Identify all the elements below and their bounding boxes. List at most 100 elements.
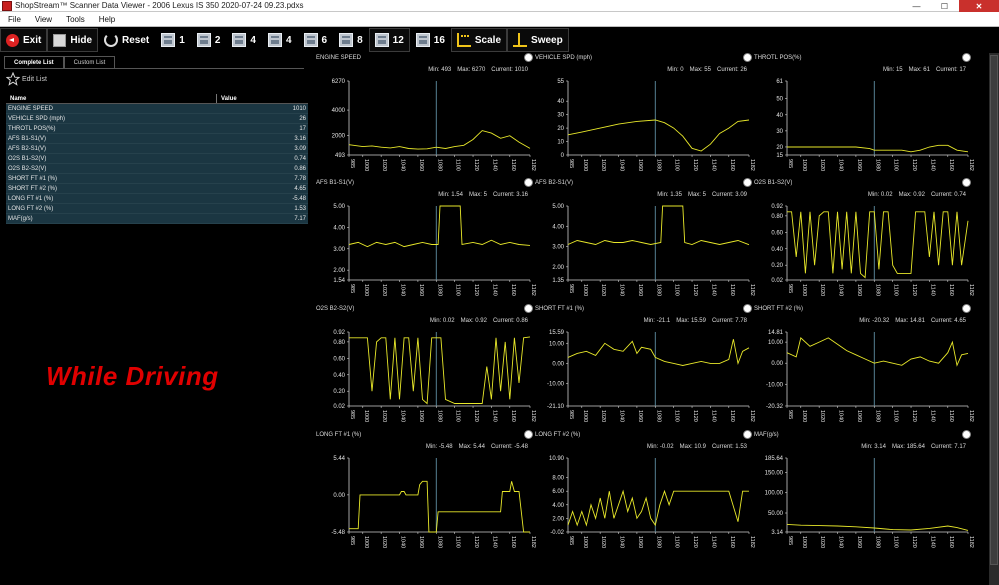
layout-6-label: 6 [321, 34, 328, 46]
table-row[interactable]: MAF(g/s) 7.17 [6, 214, 308, 224]
menu-view[interactable]: View [35, 15, 52, 24]
layout-4b-button[interactable]: 4 [262, 28, 298, 52]
chart-options-icon[interactable] [524, 430, 533, 439]
chart-title: AFS B2-S1(V) [535, 180, 574, 186]
x-tick-label: 1160 [948, 284, 954, 296]
sweep-button[interactable]: Sweep [507, 28, 569, 52]
x-tick-label: 1120 [692, 410, 698, 422]
max-readout: Max: 5 [468, 192, 487, 198]
chart-panel[interactable]: VEHICLE SPD (mph) Min: 0 Max: 55 Current: 2… [535, 53, 755, 179]
layout-2-label: 2 [214, 34, 221, 46]
min-readout: Min: 3.14 [861, 444, 886, 450]
table-row[interactable]: AFS B1-S1(V) 3.16 [6, 134, 308, 144]
y-tick-label: -21.10 [547, 404, 565, 410]
table-row[interactable]: LONG FT #1 (%) -5.48 [6, 194, 308, 204]
chart-options-icon[interactable] [962, 178, 971, 187]
table-row[interactable]: ENGINE SPEED 1010 [6, 104, 308, 114]
chart-panel[interactable]: AFS B1-S1(V) Min: 1.54 Max: 5 Current: 3.16… [316, 178, 536, 304]
x-tick-label: 1120 [473, 536, 479, 548]
reset-icon [104, 33, 119, 47]
chart-options-icon[interactable] [743, 178, 752, 187]
layout-8-label: 8 [357, 34, 363, 46]
table-row[interactable]: SHORT FT #1 (%) 7.78 [6, 174, 308, 184]
reset-button[interactable]: Reset [98, 28, 155, 52]
scale-button[interactable]: Scale [450, 28, 508, 52]
menu-tools[interactable]: Tools [66, 15, 85, 24]
chart-options-icon[interactable] [743, 53, 752, 62]
table-row[interactable]: SHORT FT #2 (%) 4.65 [6, 184, 308, 194]
menu-help[interactable]: Help [99, 15, 115, 24]
chart-options-icon[interactable] [743, 304, 752, 313]
param-value: 1.53 [294, 206, 306, 212]
chart-title: O2S B2-S2(V) [316, 306, 355, 312]
max-readout: Max: 6270 [457, 67, 486, 73]
chart-options-icon[interactable] [962, 53, 971, 62]
table-row[interactable]: LONG FT #2 (%) 1.53 [6, 204, 308, 214]
param-value: 3.16 [294, 136, 306, 142]
x-tick-label: 1160 [729, 410, 735, 422]
tab-custom-list[interactable]: Custom List [63, 56, 116, 68]
x-tick-label: 1160 [729, 536, 735, 548]
x-tick-label: 1080 [655, 410, 661, 422]
chart-panel[interactable]: THROTL POS(%) Min: 15 Max: 61 Current: 17 61… [754, 53, 974, 179]
x-tick-label: 1060 [418, 159, 424, 171]
x-tick-label: 1040 [400, 159, 406, 171]
table-row[interactable]: THROTL POS(%) 17 [6, 124, 308, 134]
chart-panel[interactable]: MAF(g/s) Min: 3.14 Max: 185.64 Current: 7.1… [754, 430, 974, 556]
chart-panel[interactable]: O2S B1-S2(V) Min: 0.02 Max: 0.92 Current: 0… [754, 178, 974, 304]
layout-6-button[interactable]: 6 [298, 28, 334, 52]
layout-4a-button[interactable]: 4 [226, 28, 262, 52]
chart-title: LONG FT #1 (%) [316, 432, 362, 438]
layout-2-button[interactable]: 2 [191, 28, 227, 52]
edit-list-button[interactable]: Edit List [6, 72, 47, 86]
layout-8-button[interactable]: 8 [333, 28, 369, 52]
vertical-scrollbar[interactable] [989, 53, 999, 585]
x-tick-label: 1120 [473, 159, 479, 171]
scrollbar-thumb[interactable] [990, 55, 998, 565]
chart-panel[interactable]: ENGINE SPEED Min: 493 Max: 6270 Current: 10… [316, 53, 536, 179]
x-tick-label: 1080 [874, 284, 880, 296]
series-line [787, 144, 969, 153]
column-header-value[interactable]: Value [216, 94, 237, 103]
y-tick-label: 61 [776, 79, 783, 85]
chart-options-icon[interactable] [524, 304, 533, 313]
menu-file[interactable]: File [8, 15, 21, 24]
chart-panel[interactable]: AFS B2-S1(V) Min: 1.35 Max: 5 Current: 3.09… [535, 178, 755, 304]
chart-panel[interactable]: LONG FT #1 (%) Min: -5.48 Max: 5.44 Current… [316, 430, 536, 556]
exit-button[interactable]: Exit [0, 28, 48, 52]
minimize-button[interactable]: — [903, 0, 930, 12]
x-tick-label: 1000 [582, 284, 588, 296]
table-row[interactable]: O2S B1-S2(V) 0.74 [6, 154, 308, 164]
hide-button[interactable]: Hide [47, 28, 99, 52]
layout-16-button[interactable]: 16 [410, 28, 451, 52]
close-button[interactable]: ✕ [959, 0, 999, 12]
y-tick-label: 2.00 [552, 265, 564, 271]
table-row[interactable]: O2S B2-S2(V) 0.86 [6, 164, 308, 174]
table-row[interactable]: AFS B2-S1(V) 3.09 [6, 144, 308, 154]
maximize-button[interactable]: ☐ [931, 0, 958, 12]
y-tick-label: 0.60 [771, 230, 783, 236]
layout-12-button[interactable]: 12 [368, 28, 410, 52]
chart-options-icon[interactable] [962, 304, 971, 313]
chart-panel[interactable]: LONG FT #2 (%) Min: -0.02 Max: 10.9 Current… [535, 430, 755, 556]
chart-options-icon[interactable] [743, 430, 752, 439]
chart-plot: 5.00 4.00 3.00 2.00 1.35 985 1000 1020 1040 1060 1… [552, 204, 755, 296]
x-tick-label: 1040 [838, 284, 844, 296]
chart-panel[interactable]: SHORT FT #2 (%) Min: -20.32 Max: 14.81 Curr… [754, 304, 974, 430]
chart-options-icon[interactable] [524, 53, 533, 62]
chart-options-icon[interactable] [524, 178, 533, 187]
x-tick-label: 1160 [948, 536, 954, 548]
table-row[interactable]: VEHICLE SPD (mph) 26 [6, 114, 308, 124]
series-line [567, 489, 749, 527]
chart-title: VEHICLE SPD (mph) [535, 55, 593, 61]
chart-panel[interactable]: SHORT FT #1 (%) Min: -21.1 Max: 15.59 Curre… [535, 304, 755, 430]
param-value: 26 [299, 116, 306, 122]
chart-options-icon[interactable] [962, 430, 971, 439]
layout-1-button[interactable]: 1 [155, 28, 191, 52]
y-tick-label: 20 [776, 145, 783, 151]
tab-complete-list[interactable]: Complete List [4, 56, 64, 68]
chart-panel[interactable]: O2S B2-S2(V) Min: 0.02 Max: 0.92 Current: 0… [316, 304, 536, 430]
series-line [567, 119, 750, 152]
column-header-name[interactable]: Name [6, 94, 216, 103]
y-tick-label: 3.00 [333, 247, 345, 253]
